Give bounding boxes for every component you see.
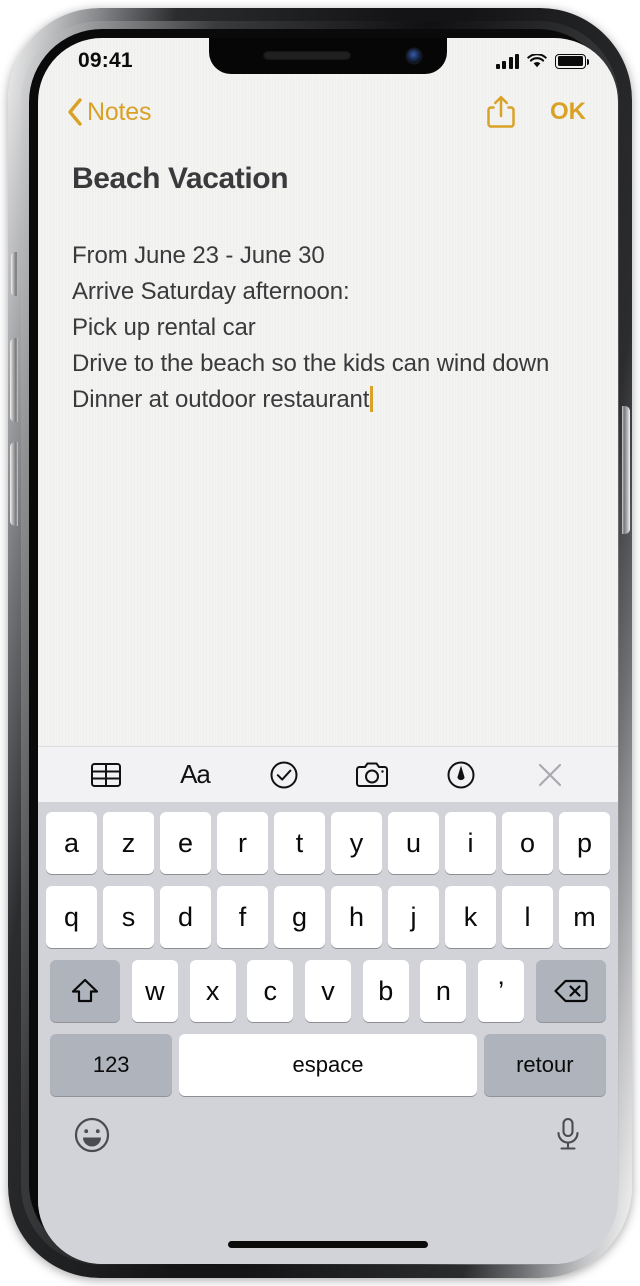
key-a[interactable]: a xyxy=(46,812,97,874)
key-k[interactable]: k xyxy=(445,886,496,948)
phone-screen: 09:41 Notes OK Beach Vacation From June … xyxy=(38,38,618,1264)
camera-icon[interactable] xyxy=(349,755,395,795)
note-title: Beach Vacation xyxy=(72,162,289,195)
key-o[interactable]: o xyxy=(502,812,553,874)
battery-full-icon xyxy=(555,53,590,69)
done-ok-button[interactable]: OK xyxy=(550,98,586,126)
keyboard-row-4: 123 espace retour xyxy=(43,1034,613,1096)
note-content: From June 23 - June 30 Arrive Saturday a… xyxy=(72,238,584,418)
key-b[interactable]: b xyxy=(362,960,409,1022)
status-bar-indicators xyxy=(495,53,590,69)
share-icon[interactable] xyxy=(486,95,516,129)
status-bar-time: 09:41 xyxy=(78,49,133,72)
text-cursor xyxy=(370,386,374,412)
key-c[interactable]: c xyxy=(247,960,294,1022)
key-m[interactable]: m xyxy=(559,886,610,948)
note-line-with-caret: Dinner at outdoor restaurant xyxy=(72,382,584,418)
key-s[interactable]: s xyxy=(103,886,154,948)
key-u[interactable]: u xyxy=(388,812,439,874)
virtual-keyboard: a z e r t y u i o p q s d f g h j k l m … xyxy=(38,802,618,1264)
text-format-icon[interactable]: Aa xyxy=(172,755,218,795)
key-g[interactable]: g xyxy=(274,886,325,948)
shift-key[interactable] xyxy=(50,960,121,1022)
key-j[interactable]: j xyxy=(388,886,439,948)
key-q[interactable]: q xyxy=(46,886,97,948)
numbers-key[interactable]: 123 xyxy=(50,1034,173,1096)
front-camera-icon xyxy=(407,49,421,63)
wifi-icon xyxy=(527,53,547,67)
volume-up-button[interactable] xyxy=(10,338,18,422)
backspace-delete-icon xyxy=(554,979,588,1003)
notch xyxy=(209,38,447,74)
note-line: Drive to the beach so the kids can wind … xyxy=(72,350,550,377)
key-apostrophe[interactable]: ’ xyxy=(478,960,525,1022)
keyboard-row-3: w x c v b n ’ xyxy=(43,960,613,1022)
table-icon[interactable] xyxy=(83,755,129,795)
keyboard-row-2: q s d f g h j k l m xyxy=(43,886,613,948)
key-p[interactable]: p xyxy=(559,812,610,874)
key-v[interactable]: v xyxy=(305,960,351,1022)
note-line: Pick up rental car xyxy=(72,314,256,341)
key-z[interactable]: z xyxy=(103,812,154,874)
return-key[interactable]: retour xyxy=(483,1034,606,1096)
key-h[interactable]: h xyxy=(331,886,382,948)
nav-bar-actions: OK xyxy=(486,95,586,129)
close-icon[interactable] xyxy=(527,755,573,795)
keyboard-row-1: a z e r t y u i o p xyxy=(43,812,613,874)
note-line: Arrive Saturday afternoon: xyxy=(72,278,350,305)
key-w[interactable]: w xyxy=(131,960,178,1022)
keyboard-utility-row xyxy=(43,1108,613,1264)
key-d[interactable]: d xyxy=(160,886,211,948)
earpiece-speaker-icon xyxy=(263,51,351,60)
note-editor[interactable]: Beach Vacation From June 23 - June 30 Ar… xyxy=(38,140,618,746)
shift-up-arrow-icon xyxy=(72,978,99,1003)
home-indicator[interactable] xyxy=(228,1241,428,1248)
key-r[interactable]: r xyxy=(217,812,268,874)
key-e[interactable]: e xyxy=(160,812,211,874)
key-f[interactable]: f xyxy=(217,886,268,948)
key-l[interactable]: l xyxy=(502,886,553,948)
key-x[interactable]: x xyxy=(189,960,236,1022)
back-button-label: Notes xyxy=(87,97,152,126)
back-to-notes-button[interactable]: Notes xyxy=(66,97,152,127)
note-line-text: Dinner at outdoor restaurant xyxy=(72,386,370,413)
phone-frame: 09:41 Notes OK Beach Vacation From June … xyxy=(8,8,632,1278)
microphone-icon[interactable] xyxy=(553,1116,583,1159)
chevron-left-icon xyxy=(68,98,82,126)
volume-down-button[interactable] xyxy=(10,442,18,526)
backspace-key[interactable] xyxy=(535,960,606,1022)
key-n[interactable]: n xyxy=(420,960,467,1022)
mute-switch-button[interactable] xyxy=(11,252,18,296)
emoji-smiley-icon[interactable] xyxy=(73,1116,111,1159)
power-button[interactable] xyxy=(622,406,630,534)
note-line: From June 23 - June 30 xyxy=(72,242,325,269)
checklist-icon[interactable] xyxy=(261,755,307,795)
key-t[interactable]: t xyxy=(274,812,325,874)
markup-pen-icon[interactable] xyxy=(438,755,484,795)
signal-bars-icon xyxy=(495,53,519,69)
key-y[interactable]: y xyxy=(331,812,382,874)
note-format-toolbar: Aa xyxy=(38,746,618,802)
key-i[interactable]: i xyxy=(445,812,496,874)
space-key[interactable]: espace xyxy=(178,1034,478,1096)
navigation-bar: Notes OK xyxy=(38,84,618,140)
